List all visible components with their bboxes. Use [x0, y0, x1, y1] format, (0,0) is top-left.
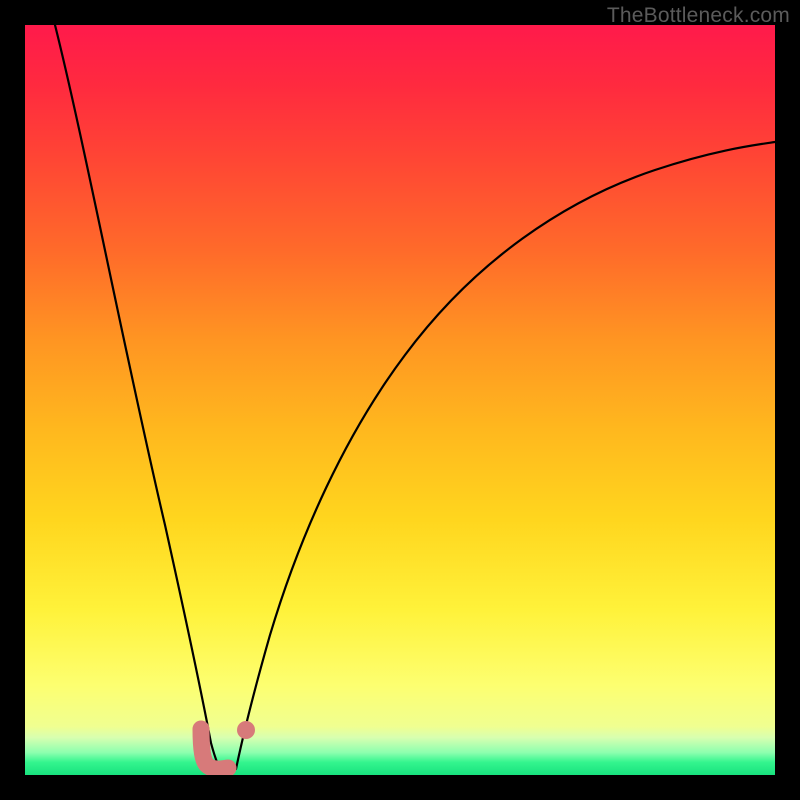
curve-right-branch — [236, 142, 775, 769]
curve-left-branch — [55, 25, 220, 769]
valley-L-marker — [201, 729, 228, 769]
watermark-text: TheBottleneck.com — [607, 4, 790, 28]
bottleneck-plot — [25, 25, 775, 775]
right-dot-marker — [237, 721, 255, 739]
curve-layer — [25, 25, 775, 775]
chart-frame: TheBottleneck.com — [0, 0, 800, 800]
